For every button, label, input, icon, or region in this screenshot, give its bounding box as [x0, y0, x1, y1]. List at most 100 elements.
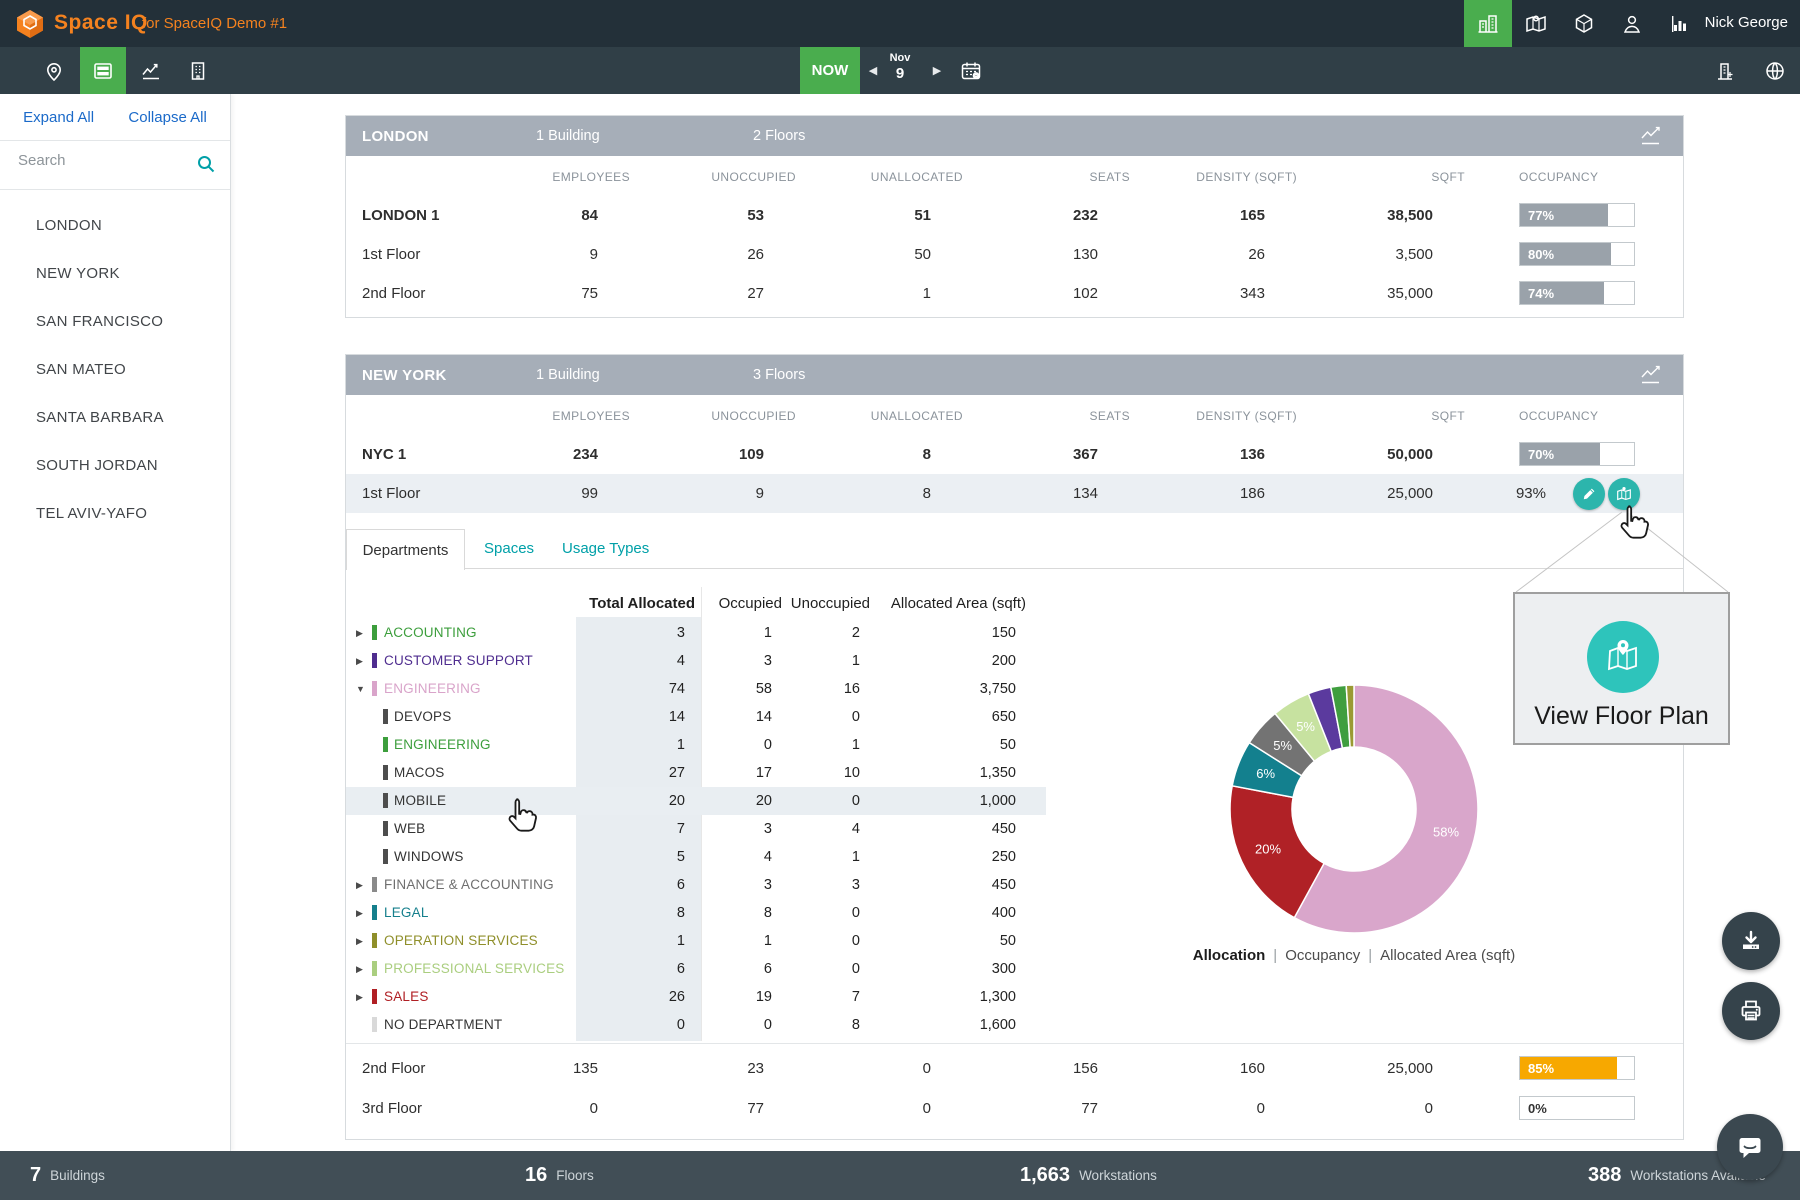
dept-row-web[interactable]: WEB734450 [346, 815, 1046, 843]
search-icon[interactable] [196, 154, 216, 174]
floor-plan-map-icon[interactable] [1587, 621, 1659, 693]
sidebar-item-santa-barbara[interactable]: SANTA BARBARA [0, 394, 230, 442]
map-nav-icon[interactable] [1512, 0, 1560, 47]
expand-arrow-icon[interactable]: ▶ [356, 992, 363, 1003]
download-button[interactable] [1722, 912, 1780, 970]
people-nav-icon[interactable] [1608, 0, 1656, 47]
expand-arrow-icon[interactable]: ▶ [356, 628, 363, 639]
london-card-header[interactable]: LONDON 1 Building 2 Floors [346, 116, 1683, 156]
dept-color-bar [372, 653, 377, 668]
expand-arrow-icon[interactable]: ▶ [356, 936, 363, 947]
now-button[interactable]: NOW [800, 47, 860, 94]
cell-value: 9 [624, 485, 764, 502]
dept-row-macos[interactable]: MACOS2717101,350 [346, 759, 1046, 787]
donut-slice-label: 5% [1296, 719, 1315, 734]
sidebar-item-san-francisco[interactable]: SAN FRANCISCO [0, 298, 230, 346]
chat-button[interactable] [1717, 1114, 1783, 1180]
location-pin-icon[interactable] [31, 47, 77, 94]
building-view-icon[interactable] [175, 47, 221, 94]
print-button[interactable] [1722, 982, 1780, 1040]
dept-cell-value: 0 [790, 709, 860, 725]
dept-row-accounting[interactable]: ▶ACCOUNTING312150 [346, 619, 1046, 647]
assets-cube-icon[interactable] [1560, 0, 1608, 47]
trend-icon[interactable] [1639, 125, 1665, 147]
dept-row-professional-services[interactable]: ▶PROFESSIONAL SERVICES660300 [346, 955, 1046, 983]
tab-departments[interactable]: Departments [346, 529, 465, 570]
trend-icon[interactable] [1639, 364, 1665, 386]
cell-value: 102 [958, 285, 1098, 302]
expand-all-link[interactable]: Expand All [23, 109, 94, 126]
collapse-all-link[interactable]: Collapse All [128, 109, 206, 126]
cell-value: 186 [1125, 485, 1265, 502]
dept-row-engineering[interactable]: ENGINEERING10150 [346, 731, 1046, 759]
view-floor-plan-button[interactable] [1608, 478, 1640, 510]
dept-cell-value: 7 [576, 821, 685, 837]
cell-value: 0 [1125, 1100, 1265, 1117]
column-header-seats: SEATS [990, 409, 1130, 423]
table-row-2nd-floor[interactable]: 2nd Floor7527110234335,00074% [346, 274, 1683, 313]
calendar-icon[interactable] [948, 47, 994, 94]
dept-row-no-department[interactable]: NO DEPARTMENT0081,600 [346, 1011, 1046, 1039]
cell-value: 23 [624, 1060, 764, 1077]
expand-arrow-icon[interactable]: ▶ [356, 880, 363, 891]
newyork-card: NEW YORK 1 Building 3 Floors EMPLOYEESUN… [345, 354, 1684, 1140]
cell-value: 9 [458, 246, 598, 263]
column-header-sqft: SQFT [1325, 170, 1465, 184]
dept-row-mobile[interactable]: MOBILE202001,000 [346, 787, 1046, 815]
trend-view-icon[interactable] [128, 47, 174, 94]
globe-icon[interactable] [1752, 47, 1798, 94]
next-date-arrow[interactable]: ▶ [926, 47, 948, 94]
caption-allocated-area[interactable]: Allocated Area (sqft) [1380, 947, 1515, 964]
buildings-nav-icon[interactable] [1464, 0, 1512, 47]
cell-value: 8 [791, 485, 931, 502]
table-row-nyc-1[interactable]: NYC 1234109836713650,00070% [346, 435, 1683, 474]
table-row-2nd-floor[interactable]: 2nd Floor13523015616025,00085% [346, 1049, 1683, 1089]
sidebar-item-london[interactable]: LONDON [0, 202, 230, 250]
building-stats-icon[interactable] [1702, 47, 1748, 94]
caption-occupancy[interactable]: Occupancy [1285, 947, 1360, 964]
cell-value: 0 [791, 1100, 931, 1117]
date-display[interactable]: Nov 9 [878, 52, 922, 82]
reports-chart-icon[interactable] [1656, 0, 1704, 47]
dept-color-bar [383, 793, 388, 808]
occupancy-value: 93% [1446, 485, 1546, 502]
table-row-3rd-floor[interactable]: 3rd Floor077077000% [346, 1089, 1683, 1129]
dept-label: ENGINEERING [394, 737, 491, 752]
dept-row-customer-support[interactable]: ▶CUSTOMER SUPPORT431200 [346, 647, 1046, 675]
newyork-card-header[interactable]: NEW YORK 1 Building 3 Floors [346, 355, 1683, 395]
sidebar-item-tel-aviv-yafo[interactable]: TEL AVIV-YAFO [0, 490, 230, 538]
expand-arrow-icon[interactable]: ▶ [356, 908, 363, 919]
spaceiq-logo-icon[interactable] [14, 8, 46, 40]
occupancy-value: 70% [1528, 447, 1554, 462]
sidebar-item-south-jordan[interactable]: SOUTH JORDAN [0, 442, 230, 490]
tab-usage-types[interactable]: Usage Types [562, 540, 649, 557]
collapse-arrow-icon[interactable]: ▼ [356, 684, 365, 694]
dept-row-operation-services[interactable]: ▶OPERATION SERVICES11050 [346, 927, 1046, 955]
dept-row-finance-accounting[interactable]: ▶FINANCE & ACCOUNTING633450 [346, 871, 1046, 899]
sidebar-item-san-mateo[interactable]: SAN MATEO [0, 346, 230, 394]
expand-arrow-icon[interactable]: ▶ [356, 656, 363, 667]
tab-spaces[interactable]: Spaces [484, 540, 534, 557]
occupancy-value: 0% [1528, 1101, 1547, 1116]
table-row-london-1[interactable]: LONDON 184535123216538,50077% [346, 196, 1683, 235]
caption-allocation[interactable]: Allocation [1193, 947, 1266, 964]
search-input[interactable] [16, 151, 180, 170]
dept-row-windows[interactable]: WINDOWS541250 [346, 843, 1046, 871]
sidebar-item-new-york[interactable]: NEW YORK [0, 250, 230, 298]
stack-view-icon[interactable] [80, 47, 126, 94]
dept-cell-value: 1 [790, 653, 860, 669]
user-name[interactable]: Nick George [1705, 14, 1788, 31]
dept-cell-value: 20 [576, 793, 685, 809]
table-row-1st-floor[interactable]: 1st Floor92650130263,50080% [346, 235, 1683, 274]
cell-value: 50 [791, 246, 931, 263]
table-row-1st-floor[interactable]: 1st Floor999813418625,00093% [346, 474, 1683, 513]
dept-row-engineering[interactable]: ▼ENGINEERING7458163,750 [346, 675, 1046, 703]
dept-row-devops[interactable]: DEVOPS14140650 [346, 703, 1046, 731]
dept-color-bar [372, 681, 377, 696]
dept-row-legal[interactable]: ▶LEGAL880400 [346, 899, 1046, 927]
edit-pencil-button[interactable] [1573, 478, 1605, 510]
floors-count: 3 Floors [753, 367, 805, 383]
dept-cell-value: 14 [576, 709, 685, 725]
expand-arrow-icon[interactable]: ▶ [356, 964, 363, 975]
dept-row-sales[interactable]: ▶SALES261971,300 [346, 983, 1046, 1011]
